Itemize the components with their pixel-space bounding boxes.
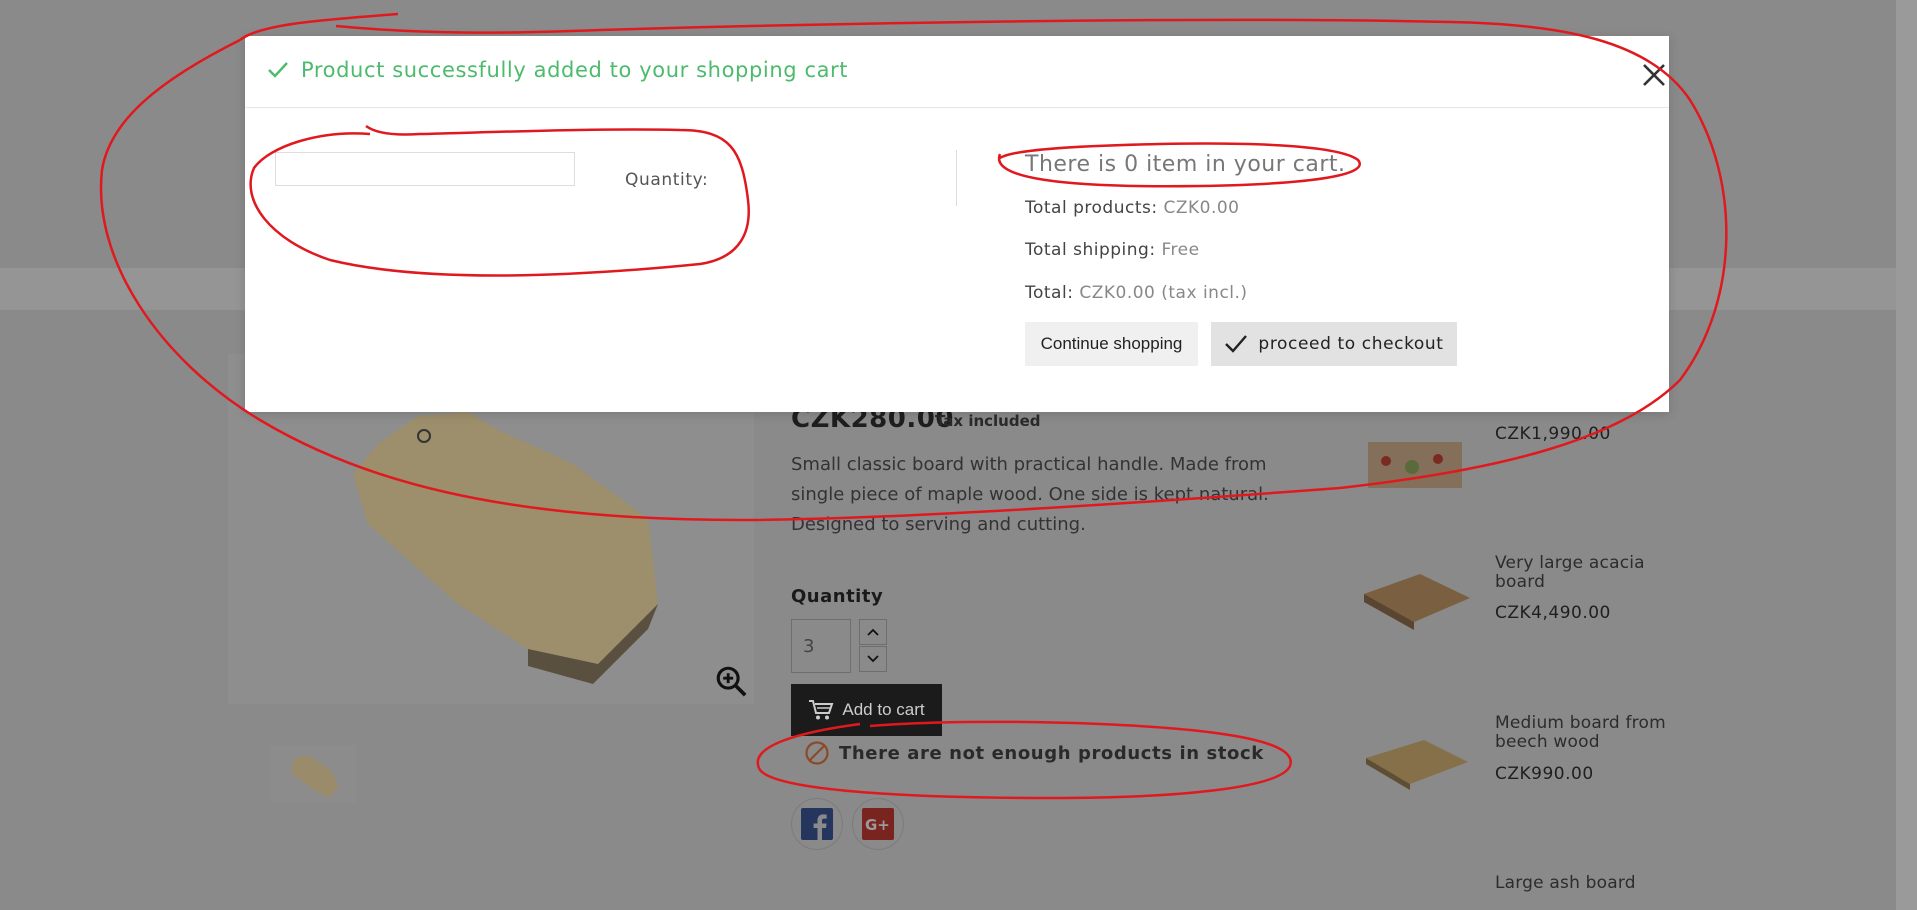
- tax-label: Tax included: [935, 412, 1041, 430]
- beech-board-image: [1366, 740, 1468, 790]
- related-product-image[interactable]: [1354, 425, 1476, 501]
- divider: [956, 150, 957, 206]
- related-product-price: CZK1,990.00: [1495, 424, 1611, 444]
- facebook-icon: [801, 808, 833, 840]
- modal-product-image: [275, 152, 575, 186]
- check-icon: [268, 62, 288, 78]
- google-plus-share-button[interactable]: G+: [852, 798, 904, 850]
- chevron-up-icon: [867, 628, 879, 636]
- total-label: Total:: [1025, 283, 1074, 303]
- shopping-cart-icon: [809, 700, 834, 720]
- zoom-in-icon[interactable]: [714, 664, 748, 698]
- continue-shopping-button[interactable]: Continue shopping: [1025, 322, 1198, 366]
- modal-header: Product successfully added to your shopp…: [245, 36, 1669, 108]
- stock-warning-text: There are not enough products in stock: [839, 742, 1264, 764]
- total: Total: CZK0.00 (tax incl.): [1025, 283, 1248, 303]
- related-product-price: CZK990.00: [1495, 764, 1594, 784]
- facebook-share-button[interactable]: [791, 798, 843, 850]
- block-icon: [805, 741, 829, 765]
- quantity-input[interactable]: [791, 619, 851, 673]
- add-to-cart-modal: Product successfully added to your shopp…: [245, 36, 1669, 412]
- product-thumbnail[interactable]: [271, 745, 356, 803]
- quantity-label: Quantity: [791, 586, 884, 607]
- proceed-to-checkout-button[interactable]: proceed to checkout: [1211, 322, 1457, 366]
- close-icon[interactable]: [1641, 62, 1667, 88]
- chevron-down-icon: [867, 655, 879, 663]
- svg-text:G+: G+: [865, 816, 890, 834]
- google-plus-icon: G+: [862, 808, 894, 840]
- modal-quantity-label: Quantity:: [625, 170, 709, 190]
- related-product-image[interactable]: [1354, 710, 1476, 828]
- related-product-name[interactable]: Very large acacia board: [1495, 554, 1675, 592]
- board-with-food-image: [1368, 442, 1462, 488]
- total-value: CZK0.00 (tax incl.): [1079, 283, 1248, 303]
- related-product-name[interactable]: Large ash board: [1495, 874, 1675, 893]
- acacia-board-image: [1364, 574, 1470, 630]
- quantity-decrease-button[interactable]: [859, 646, 887, 672]
- check-icon: [1225, 335, 1248, 353]
- related-product-name[interactable]: Medium board from beech wood: [1495, 714, 1675, 752]
- cart-summary: There is 0 item in your cart.: [1025, 152, 1346, 177]
- modal-title-text: Product successfully added to your shopp…: [301, 58, 849, 82]
- total-products: Total products: CZK0.00: [1025, 198, 1240, 218]
- scrollbar[interactable]: [1896, 0, 1917, 910]
- total-products-value: CZK0.00: [1163, 198, 1240, 218]
- total-products-label: Total products:: [1025, 198, 1158, 218]
- related-product-image[interactable]: [1354, 550, 1476, 668]
- add-to-cart-label: Add to cart: [842, 700, 925, 719]
- total-shipping-label: Total shipping:: [1025, 240, 1156, 260]
- modal-title: Product successfully added to your shopp…: [267, 58, 848, 82]
- related-product-price: CZK4,490.00: [1495, 603, 1611, 623]
- total-shipping-value: Free: [1161, 240, 1200, 260]
- total-shipping: Total shipping: Free: [1025, 240, 1200, 260]
- stock-warning: There are not enough products in stock: [804, 740, 1264, 766]
- add-to-cart-button[interactable]: Add to cart: [791, 684, 942, 736]
- product-description: Small classic board with practical handl…: [791, 454, 1269, 535]
- quantity-increase-button[interactable]: [859, 619, 887, 645]
- checkout-label: proceed to checkout: [1258, 334, 1444, 354]
- thumbnail-image: [291, 755, 339, 797]
